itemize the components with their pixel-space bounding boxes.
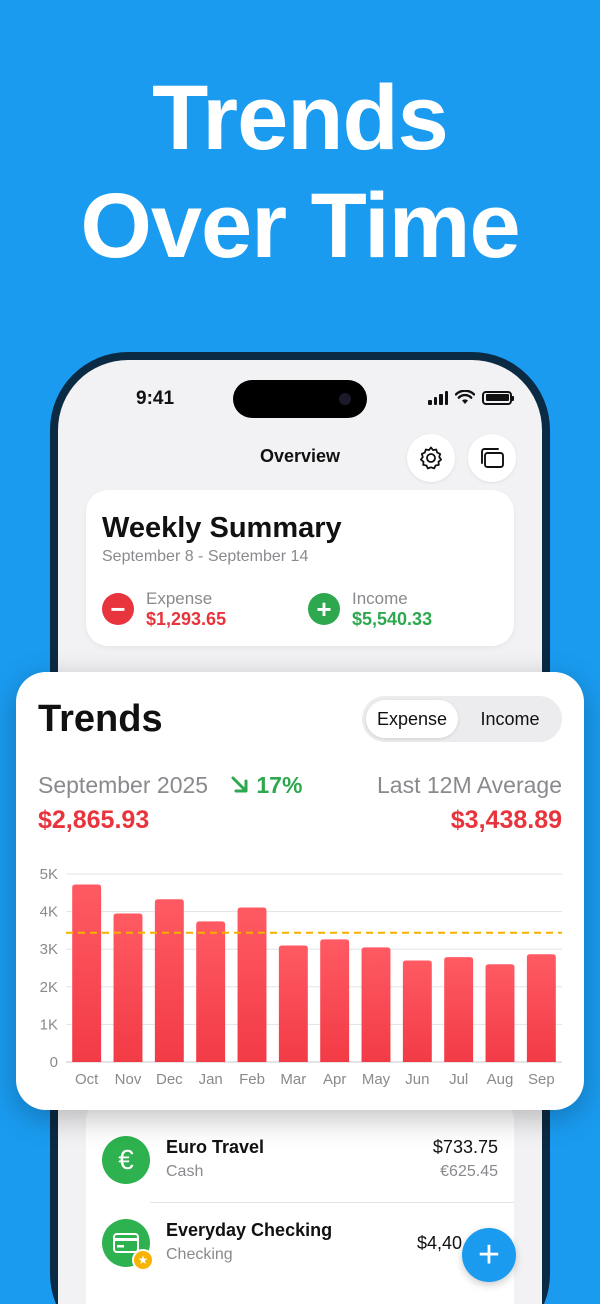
x-tick-label: Mar [280, 1071, 306, 1088]
y-tick-label: 5K [40, 866, 58, 883]
x-tick-label: Dec [156, 1071, 183, 1088]
add-button[interactable]: + [462, 1228, 516, 1282]
camera-icon [339, 393, 351, 405]
y-tick-label: 1K [40, 1016, 58, 1033]
accounts-list: € Euro Travel Cash $733.75 €625.45 ★ Eve… [86, 1102, 514, 1304]
bar-feb [237, 907, 267, 1062]
gear-icon [420, 446, 442, 470]
bar-oct [72, 884, 102, 1062]
account-sub-amount: €625.45 [440, 1163, 498, 1180]
expense-stat: − Expense $1,293.65 [102, 588, 226, 630]
plus-icon: + [477, 1233, 501, 1276]
headline: Trends Over Time [0, 64, 600, 280]
battery-icon [482, 390, 514, 405]
current-value: $2,865.93 [38, 806, 150, 834]
bar-may [361, 947, 391, 1062]
minus-icon: − [102, 593, 134, 625]
average-label: Last 12M Average [377, 772, 562, 798]
settings-button[interactable] [407, 434, 455, 482]
change-indicator: 17% [230, 772, 302, 799]
bar-nov [113, 913, 143, 1062]
arrow-down-right-icon [231, 776, 248, 793]
star-icon: ★ [132, 1249, 154, 1271]
x-tick-label: Sep [528, 1071, 555, 1088]
summary-title: Weekly Summary [102, 512, 342, 544]
x-tick-label: Aug [487, 1071, 514, 1088]
change-percent: 17% [256, 772, 303, 798]
headline-line-1: Trends [152, 67, 449, 169]
trends-title: Trends [38, 698, 163, 740]
trends-bar-chart: 0 1K 2K 3K 4K 5K Oct Nov Dec Jan Feb Mar Apr May Jun Ju… [40, 866, 562, 1088]
headline-line-2: Over Time [80, 175, 520, 277]
income-value: $5,540.33 [352, 609, 433, 629]
account-row-everyday-checking[interactable]: ★ Everyday Checking Checking $4,40 [102, 1202, 514, 1284]
bar-jan [196, 921, 226, 1062]
bar-jun [402, 960, 432, 1062]
x-tick-label: Nov [115, 1071, 142, 1088]
bar-apr [320, 939, 350, 1062]
expense-income-toggle: Expense Income [362, 696, 562, 742]
bar-dec [154, 899, 184, 1062]
account-row-euro-travel[interactable]: € Euro Travel Cash $733.75 €625.45 [86, 1120, 514, 1202]
expense-label: Expense [146, 589, 213, 608]
account-amount: $733.75 [432, 1137, 498, 1157]
x-tick-label: Jan [199, 1071, 223, 1088]
plus-icon: + [308, 593, 340, 625]
x-tick-label: Oct [75, 1071, 99, 1088]
summary-date-range: September 8 - September 14 [102, 548, 309, 565]
bar-aug [485, 964, 515, 1062]
weekly-summary-card[interactable]: Weekly Summary September 8 - September 1… [86, 490, 514, 646]
account-type: Checking [166, 1246, 233, 1263]
windows-button[interactable] [468, 434, 516, 482]
windows-icon [481, 448, 504, 468]
tab-income[interactable]: Income [462, 700, 558, 738]
expense-value: $1,293.65 [146, 609, 227, 629]
trends-card: Trends Expense Income September 2025 17%… [16, 672, 584, 1110]
tab-expense[interactable]: Expense [366, 700, 458, 738]
income-stat: + Income $5,540.33 [308, 588, 432, 630]
bar-sep [526, 954, 556, 1062]
average-value: $3,438.89 [450, 806, 562, 834]
y-tick-label: 4K [40, 904, 58, 921]
income-label: Income [352, 589, 408, 608]
cellular-signal-icon [428, 390, 448, 405]
status-time: 9:41 [136, 388, 175, 409]
x-tick-label: Jul [449, 1071, 468, 1088]
bar-jul [444, 957, 474, 1062]
card-icon: ★ [102, 1219, 154, 1271]
wifi-icon [455, 390, 475, 404]
account-name: Everyday Checking [166, 1220, 333, 1240]
y-tick-label: 2K [40, 979, 58, 996]
euro-icon: € [102, 1136, 150, 1184]
account-name: Euro Travel [166, 1137, 265, 1157]
account-amount: $4,40 [416, 1233, 462, 1253]
y-tick-label: 3K [40, 941, 58, 958]
x-tick-label: Apr [323, 1071, 346, 1088]
current-period: September 2025 [38, 772, 209, 798]
y-tick-label: 0 [50, 1054, 58, 1071]
account-type: Cash [166, 1163, 204, 1180]
status-icons [428, 390, 514, 405]
dynamic-island [233, 380, 367, 418]
x-tick-label: May [362, 1071, 391, 1088]
x-tick-label: Feb [239, 1071, 265, 1088]
x-tick-label: Jun [405, 1071, 429, 1088]
bar-mar [278, 945, 308, 1062]
